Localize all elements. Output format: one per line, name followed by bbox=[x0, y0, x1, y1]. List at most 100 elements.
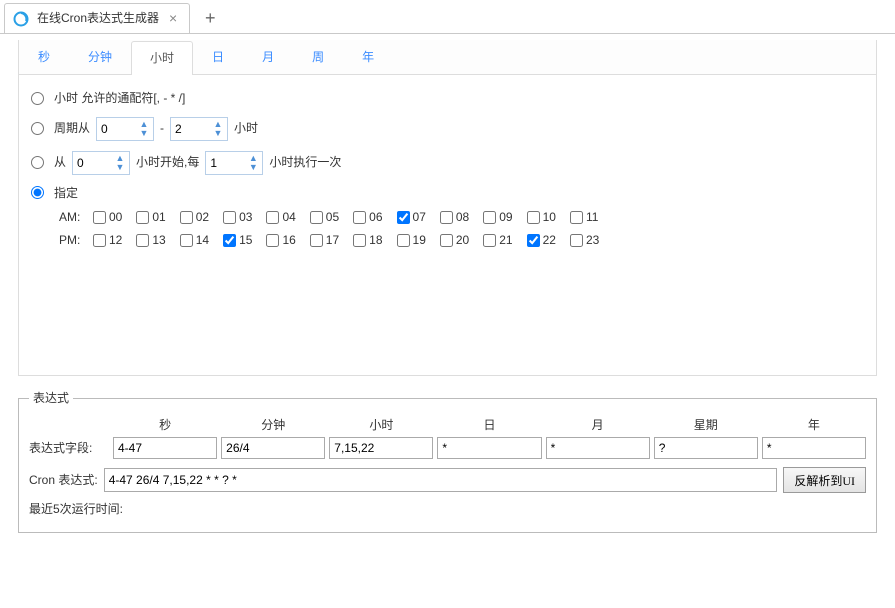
hour-08[interactable]: 08 bbox=[440, 209, 469, 226]
hour-15-checkbox[interactable] bbox=[223, 234, 236, 247]
hour-03-checkbox[interactable] bbox=[223, 211, 236, 224]
tab-1[interactable]: 分钟 bbox=[69, 40, 131, 74]
hour-18[interactable]: 18 bbox=[353, 232, 382, 249]
hour-22-checkbox[interactable] bbox=[527, 234, 540, 247]
hour-09-label: 09 bbox=[499, 209, 512, 226]
hour-11[interactable]: 11 bbox=[570, 209, 598, 226]
tab-0[interactable]: 秒 bbox=[19, 40, 69, 74]
tab-4[interactable]: 月 bbox=[243, 40, 293, 74]
opt-specify-radio[interactable] bbox=[31, 186, 44, 199]
hour-10[interactable]: 10 bbox=[527, 209, 556, 226]
hour-09-checkbox[interactable] bbox=[483, 211, 496, 224]
tab-3[interactable]: 日 bbox=[193, 40, 243, 74]
hdr-week: 星期 bbox=[654, 413, 758, 438]
hdr-hour: 小时 bbox=[329, 413, 433, 438]
opt-fromevery-radio[interactable] bbox=[31, 156, 44, 169]
fromevery-every-spinner[interactable]: ▲▼ bbox=[205, 151, 263, 175]
pm-label: PM: bbox=[59, 232, 89, 249]
browser-tabstrip: 在线Cron表达式生成器 × + bbox=[0, 0, 895, 34]
hour-01[interactable]: 01 bbox=[136, 209, 165, 226]
chevron-up-icon[interactable]: ▲ bbox=[137, 120, 151, 128]
browser-tab[interactable]: 在线Cron表达式生成器 × bbox=[4, 3, 190, 33]
hour-04[interactable]: 04 bbox=[266, 209, 295, 226]
hour-04-checkbox[interactable] bbox=[266, 211, 279, 224]
hour-02-checkbox[interactable] bbox=[180, 211, 193, 224]
hour-03[interactable]: 03 bbox=[223, 209, 252, 226]
tab-6[interactable]: 年 bbox=[343, 40, 393, 74]
new-tab-button[interactable]: + bbox=[196, 5, 224, 33]
chevron-down-icon[interactable]: ▼ bbox=[211, 129, 225, 137]
hour-01-checkbox[interactable] bbox=[136, 211, 149, 224]
hour-23-checkbox[interactable] bbox=[570, 234, 583, 247]
hour-00[interactable]: 00 bbox=[93, 209, 122, 226]
hour-19[interactable]: 19 bbox=[397, 232, 426, 249]
hour-00-checkbox[interactable] bbox=[93, 211, 106, 224]
chevron-down-icon[interactable]: ▼ bbox=[113, 163, 127, 171]
hdr-mon: 月 bbox=[546, 413, 650, 438]
hour-14-checkbox[interactable] bbox=[180, 234, 193, 247]
hour-03-label: 03 bbox=[239, 209, 252, 226]
hour-07[interactable]: 07 bbox=[397, 209, 426, 226]
expr-full-input[interactable] bbox=[104, 468, 778, 492]
fromevery-start-input[interactable] bbox=[73, 153, 111, 173]
hour-11-checkbox[interactable] bbox=[570, 211, 583, 224]
hour-06-checkbox[interactable] bbox=[353, 211, 366, 224]
cycle-from-spinner[interactable]: ▲▼ bbox=[96, 117, 154, 141]
fromevery-every-input[interactable] bbox=[206, 153, 244, 173]
fromevery-start-spinner[interactable]: ▲▼ bbox=[72, 151, 130, 175]
hour-16-checkbox[interactable] bbox=[266, 234, 279, 247]
parse-to-ui-button[interactable]: 反解析到UI bbox=[783, 467, 866, 493]
am-label: AM: bbox=[59, 209, 89, 226]
field-week[interactable] bbox=[654, 437, 758, 459]
hour-13-checkbox[interactable] bbox=[136, 234, 149, 247]
cycle-to-input[interactable] bbox=[171, 119, 209, 139]
hour-02[interactable]: 02 bbox=[180, 209, 209, 226]
hour-21-checkbox[interactable] bbox=[483, 234, 496, 247]
hour-12[interactable]: 12 bbox=[93, 232, 122, 249]
hour-19-checkbox[interactable] bbox=[397, 234, 410, 247]
opt-cycle-radio[interactable] bbox=[31, 122, 44, 135]
hour-08-checkbox[interactable] bbox=[440, 211, 453, 224]
hour-02-label: 02 bbox=[196, 209, 209, 226]
tab-5[interactable]: 周 bbox=[293, 40, 343, 74]
hour-17[interactable]: 17 bbox=[310, 232, 339, 249]
field-mon[interactable] bbox=[546, 437, 650, 459]
hour-07-checkbox[interactable] bbox=[397, 211, 410, 224]
chevron-up-icon[interactable]: ▲ bbox=[211, 120, 225, 128]
hour-10-checkbox[interactable] bbox=[527, 211, 540, 224]
hour-15[interactable]: 15 bbox=[223, 232, 252, 249]
opt-wildcard-radio[interactable] bbox=[31, 92, 44, 105]
chevron-down-icon[interactable]: ▼ bbox=[246, 163, 260, 171]
hour-13-label: 13 bbox=[152, 232, 165, 249]
hour-17-checkbox[interactable] bbox=[310, 234, 323, 247]
field-min[interactable] bbox=[221, 437, 325, 459]
hour-20-checkbox[interactable] bbox=[440, 234, 453, 247]
cycle-from-input[interactable] bbox=[97, 119, 135, 139]
field-year[interactable] bbox=[762, 437, 866, 459]
tab-2[interactable]: 小时 bbox=[131, 41, 193, 75]
opt-fromevery-l1: 从 bbox=[54, 154, 66, 171]
field-hour[interactable] bbox=[329, 437, 433, 459]
hour-18-checkbox[interactable] bbox=[353, 234, 366, 247]
hour-21[interactable]: 21 bbox=[483, 232, 512, 249]
cycle-to-spinner[interactable]: ▲▼ bbox=[170, 117, 228, 141]
field-day[interactable] bbox=[437, 437, 541, 459]
close-icon[interactable]: × bbox=[167, 9, 179, 29]
hour-18-label: 18 bbox=[369, 232, 382, 249]
hour-16[interactable]: 16 bbox=[266, 232, 295, 249]
chevron-down-icon[interactable]: ▼ bbox=[137, 129, 151, 137]
hour-05-checkbox[interactable] bbox=[310, 211, 323, 224]
hour-23[interactable]: 23 bbox=[570, 232, 599, 249]
hour-09[interactable]: 09 bbox=[483, 209, 512, 226]
hour-22[interactable]: 22 bbox=[527, 232, 556, 249]
hour-04-label: 04 bbox=[282, 209, 295, 226]
hour-12-checkbox[interactable] bbox=[93, 234, 106, 247]
hour-14[interactable]: 14 bbox=[180, 232, 209, 249]
chevron-up-icon[interactable]: ▲ bbox=[113, 154, 127, 162]
chevron-up-icon[interactable]: ▲ bbox=[246, 154, 260, 162]
field-sec[interactable] bbox=[113, 437, 217, 459]
hour-06[interactable]: 06 bbox=[353, 209, 382, 226]
hour-20[interactable]: 20 bbox=[440, 232, 469, 249]
hour-05[interactable]: 05 bbox=[310, 209, 339, 226]
hour-13[interactable]: 13 bbox=[136, 232, 165, 249]
